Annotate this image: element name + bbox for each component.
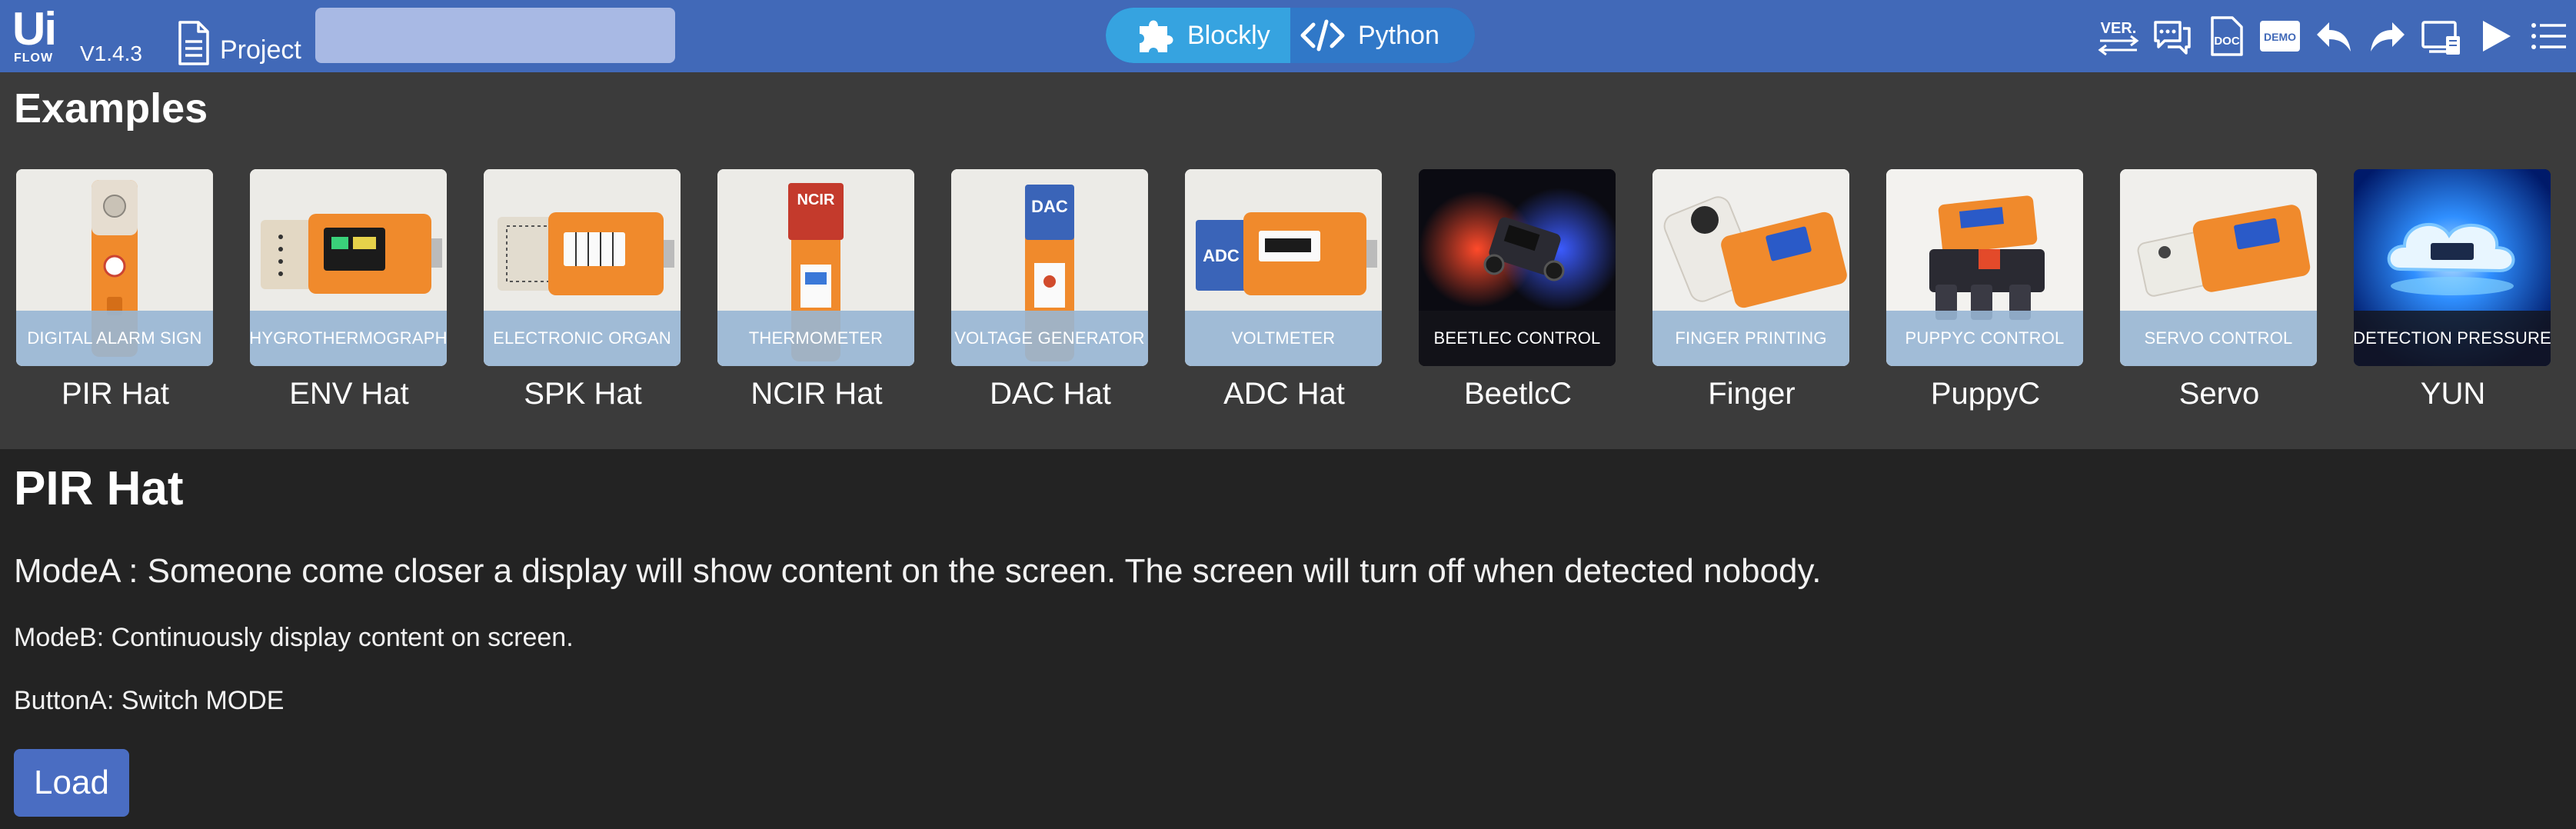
example-card-finger[interactable]: FINGER PRINTING Finger — [1636, 169, 1870, 438]
example-thumbnail: PUPPYC CONTROL — [1886, 169, 2083, 366]
example-name: ADC Hat — [1223, 377, 1345, 411]
adc-badge-text: ADC — [1203, 246, 1240, 265]
project-name-input[interactable] — [315, 8, 675, 63]
undo-icon — [2317, 22, 2351, 52]
logo-subtext: FLOW — [14, 52, 54, 65]
demo-icon-text: DEMO — [2264, 31, 2296, 43]
dac-badge-text: DAC — [1031, 197, 1068, 216]
example-caption: VOLTAGE GENERATOR — [951, 311, 1148, 366]
demo-button[interactable]: DEMO — [2253, 9, 2307, 63]
example-name: ENV Hat — [289, 377, 409, 411]
device-icon — [2421, 21, 2460, 55]
example-card-env-hat[interactable]: HYGROTHERMOGRAPH ENV Hat — [234, 169, 468, 438]
chat-icon — [2154, 21, 2191, 55]
example-thumbnail: DIGITAL ALARM SIGN — [16, 169, 213, 366]
example-caption: THERMOMETER — [717, 311, 914, 366]
chat-button[interactable] — [2145, 9, 2199, 63]
example-card-dac-hat[interactable]: DAC VOLTAGE GENERATOR DAC Hat — [935, 169, 1169, 438]
toolbar: VER. DOC DEMO — [2092, 9, 2576, 63]
example-thumbnail: FINGER PRINTING — [1652, 169, 1849, 366]
example-card-spk-hat[interactable]: ELECTRONIC ORGAN SPK Hat — [468, 169, 701, 438]
example-caption: DETECTION PRESSURE — [2354, 311, 2551, 366]
example-card-puppyc[interactable]: PUPPYC CONTROL PuppyC — [1870, 169, 2104, 438]
run-button[interactable] — [2468, 9, 2522, 63]
uiflow-logo: Ui FLOW — [12, 6, 68, 65]
logo-text: Ui — [12, 3, 57, 55]
example-thumbnail: DETECTION PRESSURE — [2354, 169, 2551, 366]
project-label: Project — [220, 35, 301, 65]
example-card-beetlcc[interactable]: BEETLEC CONTROL BeetlcC — [1403, 169, 1636, 438]
example-thumbnail: DAC VOLTAGE GENERATOR — [951, 169, 1148, 366]
example-thumbnail: SERVO CONTROL — [2120, 169, 2317, 366]
example-name: Finger — [1708, 377, 1796, 411]
example-name: SPK Hat — [524, 377, 642, 411]
mode-toggle: Blockly Python — [1106, 8, 1475, 63]
example-name: PIR Hat — [61, 377, 170, 411]
puzzle-icon — [1140, 20, 1173, 52]
version-label: V1.4.3 — [80, 42, 142, 65]
demo-icon: DEMO — [2260, 21, 2300, 52]
example-thumbnail: ELECTRONIC ORGAN — [484, 169, 681, 366]
example-name: NCIR Hat — [751, 377, 883, 411]
example-card-ncir-hat[interactable]: NCIR THERMOMETER NCIR Hat — [701, 169, 935, 438]
example-caption: SERVO CONTROL — [2120, 311, 2317, 366]
examples-list: DIGITAL ALARM SIGN PIR Hat HYGROTHERMOGR… — [0, 169, 2571, 438]
version-button[interactable]: VER. — [2092, 9, 2145, 63]
project-button[interactable]: Project — [175, 20, 301, 66]
undo-button[interactable] — [2307, 9, 2361, 63]
example-caption: ELECTRONIC ORGAN — [484, 311, 681, 366]
top-bar: Ui FLOW V1.4.3 Project Blockly Python VE… — [0, 0, 2576, 72]
examples-title: Examples — [14, 85, 208, 132]
version-icon-text: VER. — [2101, 20, 2137, 37]
example-name: Servo — [2178, 377, 2260, 411]
python-tab[interactable]: Python — [1290, 8, 1475, 63]
example-caption: VOLTMETER — [1185, 311, 1382, 366]
blockly-label: Blockly — [1187, 20, 1270, 50]
example-card-yun[interactable]: DETECTION PRESSURE YUN — [2338, 169, 2571, 438]
doc-icon: DOC — [2211, 16, 2243, 56]
example-name: DAC Hat — [990, 377, 1111, 411]
example-card-pir-hat[interactable]: DIGITAL ALARM SIGN PIR Hat — [0, 169, 234, 438]
example-thumbnail: ADC VOLTMETER — [1185, 169, 1382, 366]
example-thumbnail: HYGROTHERMOGRAPH — [250, 169, 447, 366]
doc-button[interactable]: DOC — [2199, 9, 2253, 63]
example-name: PuppyC — [1930, 377, 2041, 411]
example-caption: HYGROTHERMOGRAPH — [250, 311, 447, 366]
example-caption: DIGITAL ALARM SIGN — [16, 311, 213, 366]
file-icon — [178, 21, 209, 65]
device-button[interactable] — [2415, 9, 2468, 63]
example-caption: BEETLEC CONTROL — [1419, 311, 1616, 366]
menu-icon — [2531, 23, 2566, 49]
redo-button[interactable] — [2361, 9, 2415, 63]
load-button[interactable]: Load — [14, 749, 129, 817]
detail-description-mode-a: ModeA : Someone come closer a display wi… — [14, 552, 1822, 590]
play-icon — [2483, 21, 2511, 52]
example-caption: FINGER PRINTING — [1652, 311, 1849, 366]
python-label: Python — [1358, 20, 1439, 50]
doc-icon-text: DOC — [2214, 35, 2240, 48]
example-thumbnail: BEETLEC CONTROL — [1419, 169, 1616, 366]
blockly-tab[interactable]: Blockly — [1106, 8, 1290, 63]
code-icon — [1300, 19, 1345, 52]
version-icon: VER. — [2098, 20, 2139, 56]
menu-button[interactable] — [2522, 9, 2576, 63]
example-card-servo[interactable]: SERVO CONTROL Servo — [2104, 169, 2338, 438]
ncir-badge-text: NCIR — [797, 191, 835, 208]
detail-description-mode-b: ModeB: Continuously display content on s… — [14, 623, 574, 652]
example-thumbnail: NCIR THERMOMETER — [717, 169, 914, 366]
example-card-adc-hat[interactable]: ADC VOLTMETER ADC Hat — [1169, 169, 1403, 438]
example-name: YUN — [2420, 377, 2486, 411]
detail-description-button-a: ButtonA: Switch MODE — [14, 686, 285, 715]
example-name: BeetlcC — [1463, 377, 1573, 411]
examples-panel: Examples DIGITAL ALARM SIGN PIR Hat HYGR… — [0, 72, 2576, 449]
example-caption: PUPPYC CONTROL — [1886, 311, 2083, 366]
redo-icon — [2371, 22, 2405, 52]
detail-title: PIR Hat — [14, 462, 184, 515]
